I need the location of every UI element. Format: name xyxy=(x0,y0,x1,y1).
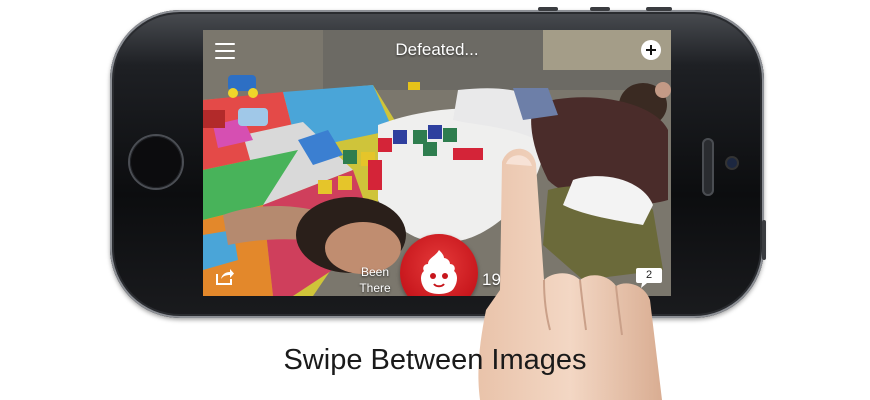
power-button xyxy=(646,7,672,11)
mute-switch xyxy=(762,220,766,260)
home-button[interactable] xyxy=(130,136,182,188)
feature-caption: Swipe Between Images xyxy=(283,344,587,376)
been-there-text: Been There xyxy=(359,265,391,295)
share-icon[interactable] xyxy=(215,268,235,286)
earpiece-speaker xyxy=(702,138,714,196)
been-there-label: Been There xyxy=(351,264,399,296)
volume-button-2 xyxy=(590,7,610,11)
front-camera xyxy=(727,158,737,168)
volume-button-1 xyxy=(538,7,558,11)
post-title: Defeated... xyxy=(395,40,479,59)
plus-circle-icon[interactable] xyxy=(641,40,661,60)
